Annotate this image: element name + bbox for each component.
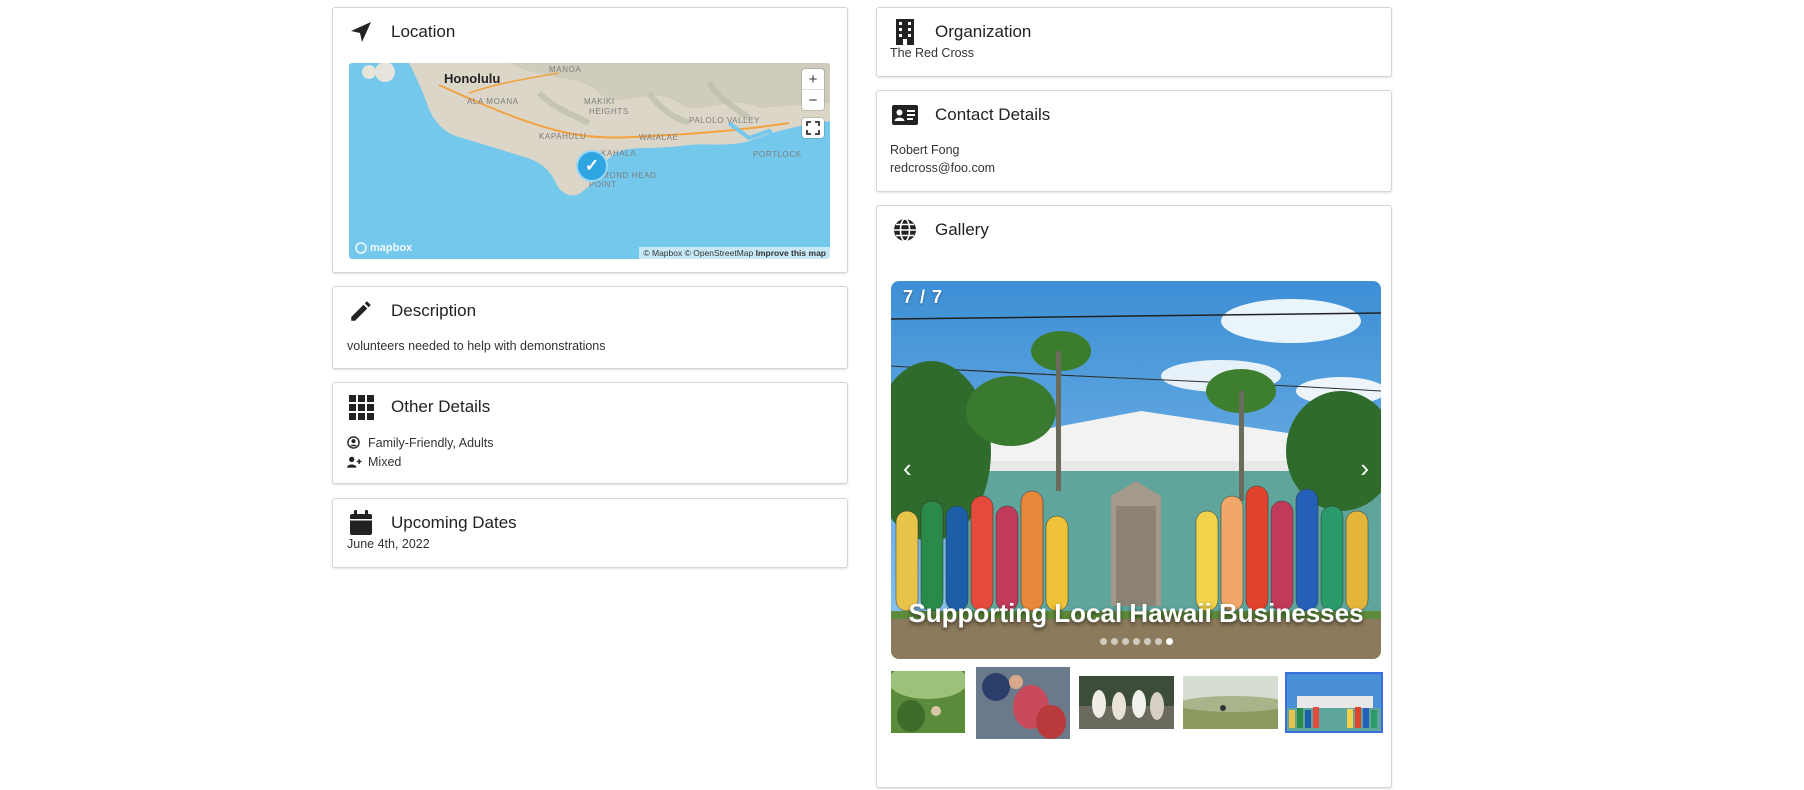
- gallery-title: Gallery: [935, 220, 989, 239]
- other-details-header: Other Details: [347, 393, 490, 421]
- map[interactable]: Honolulu MANOA ALA MOANA MAKIKI HEIGHTS …: [349, 63, 830, 259]
- description-header: Description: [347, 297, 476, 325]
- slide-indicator-dot[interactable]: [1154, 638, 1162, 645]
- map-area-label: MANOA: [549, 65, 582, 74]
- mapbox-logo[interactable]: mapbox: [355, 242, 412, 254]
- organization-header: Organization: [891, 18, 1031, 46]
- other-details-card: Other Details Family-Friendly, Adults Mi…: [332, 382, 848, 484]
- description-text: volunteers needed to help with demonstra…: [347, 339, 606, 353]
- map-area-label: ALA MOANA: [467, 97, 519, 106]
- globe-icon: [891, 216, 919, 244]
- upcoming-dates-header: Upcoming Dates: [347, 509, 517, 537]
- slide-indicator-dot[interactable]: [1110, 638, 1118, 645]
- location-title: Location: [391, 22, 456, 41]
- building-icon: [891, 18, 919, 46]
- thumbnail[interactable]: [891, 671, 965, 733]
- gallery-header: Gallery: [891, 216, 989, 244]
- contact-email[interactable]: redcross@foo.com: [890, 161, 995, 175]
- slide-indicators: [891, 638, 1381, 645]
- fullscreen-icon: [802, 118, 824, 138]
- thumbnail[interactable]: [1079, 676, 1174, 729]
- slide-caption: Supporting Local Hawaii Businesses: [908, 598, 1364, 628]
- audience-row: Family-Friendly, Adults: [347, 433, 494, 452]
- map-area-label: WAIALAE: [639, 133, 679, 142]
- zoom-controls: + −: [802, 69, 824, 110]
- slide-indicator-dot[interactable]: [1143, 638, 1151, 645]
- other-details-title: Other Details: [391, 397, 491, 416]
- attribution-link[interactable]: © Mapbox © OpenStreetMap: [643, 248, 753, 258]
- thumbnail[interactable]: [1183, 676, 1278, 729]
- map-area-label: PALOLO VALLEY: [689, 116, 761, 125]
- mapbox-logo-text: mapbox: [370, 242, 413, 254]
- map-city-label: Honolulu: [444, 71, 501, 86]
- contact-title: Contact Details: [935, 105, 1051, 124]
- id-card-icon: [891, 101, 919, 129]
- next-slide-button[interactable]: ›: [1360, 453, 1369, 484]
- gender-row: Mixed: [347, 452, 494, 471]
- upcoming-date-text: June 4th, 2022: [347, 537, 430, 551]
- map-area-label: KAHALA: [601, 149, 637, 158]
- thumbnail[interactable]: [976, 667, 1070, 739]
- contact-header: Contact Details: [891, 101, 1050, 129]
- zoom-out-button[interactable]: −: [802, 89, 824, 110]
- prev-slide-button[interactable]: ‹: [903, 453, 912, 484]
- contact-name: Robert Fong: [890, 143, 960, 157]
- zoom-in-button[interactable]: +: [802, 69, 824, 89]
- slide-indicator-dot[interactable]: [1132, 638, 1140, 645]
- user-plus-icon: [347, 456, 362, 468]
- location-header: Location: [347, 18, 455, 46]
- pencil-icon: [347, 297, 375, 325]
- upcoming-dates-title: Upcoming Dates: [391, 513, 517, 532]
- contact-card: Contact Details Robert Fong redcross@foo…: [876, 90, 1392, 192]
- other-details-list: Family-Friendly, Adults Mixed: [347, 433, 494, 471]
- calendar-icon: [347, 509, 375, 537]
- user-circle-icon: [347, 436, 360, 449]
- grid-icon: [347, 393, 375, 421]
- map-area-label: PORTLOCK: [753, 150, 802, 159]
- thumbnail-active[interactable]: [1285, 672, 1383, 733]
- upcoming-dates-card: Upcoming Dates June 4th, 2022: [332, 498, 848, 568]
- description-title: Description: [391, 301, 477, 320]
- gallery-card: Gallery 7 / 7 Supporting Local Hawaii Bu…: [876, 205, 1392, 788]
- map-area-label: KAPAHULU: [539, 132, 587, 141]
- location-card: Location Honolulu MANOA ALA MOANA MAKIKI…: [332, 7, 848, 273]
- map-marker[interactable]: ✓: [576, 150, 608, 182]
- gender-text: Mixed: [368, 454, 402, 469]
- organization-card: Organization The Red Cross: [876, 7, 1392, 77]
- map-area-label: MAKIKI: [584, 97, 615, 106]
- gallery-carousel[interactable]: 7 / 7 Supporting Local Hawaii Businesses…: [891, 281, 1381, 659]
- map-attribution: © Mapbox © OpenStreetMap Improve this ma…: [639, 247, 830, 259]
- map-area-label: HEIGHTS: [589, 107, 629, 116]
- slide-indicator-dot[interactable]: [1165, 638, 1173, 645]
- fullscreen-button[interactable]: [802, 118, 824, 138]
- location-arrow-icon: [347, 18, 375, 46]
- description-card: Description volunteers needed to help wi…: [332, 286, 848, 369]
- slide-indicator-dot[interactable]: [1121, 638, 1129, 645]
- thumbnail-strip: [891, 667, 1383, 739]
- slide-indicator-dot[interactable]: [1099, 638, 1107, 645]
- organization-name: The Red Cross: [890, 46, 975, 60]
- audience-text: Family-Friendly, Adults: [368, 435, 494, 450]
- organization-title: Organization: [935, 22, 1032, 41]
- improve-map-link[interactable]: Improve this map: [756, 248, 826, 258]
- slide-counter: 7 / 7: [903, 287, 944, 307]
